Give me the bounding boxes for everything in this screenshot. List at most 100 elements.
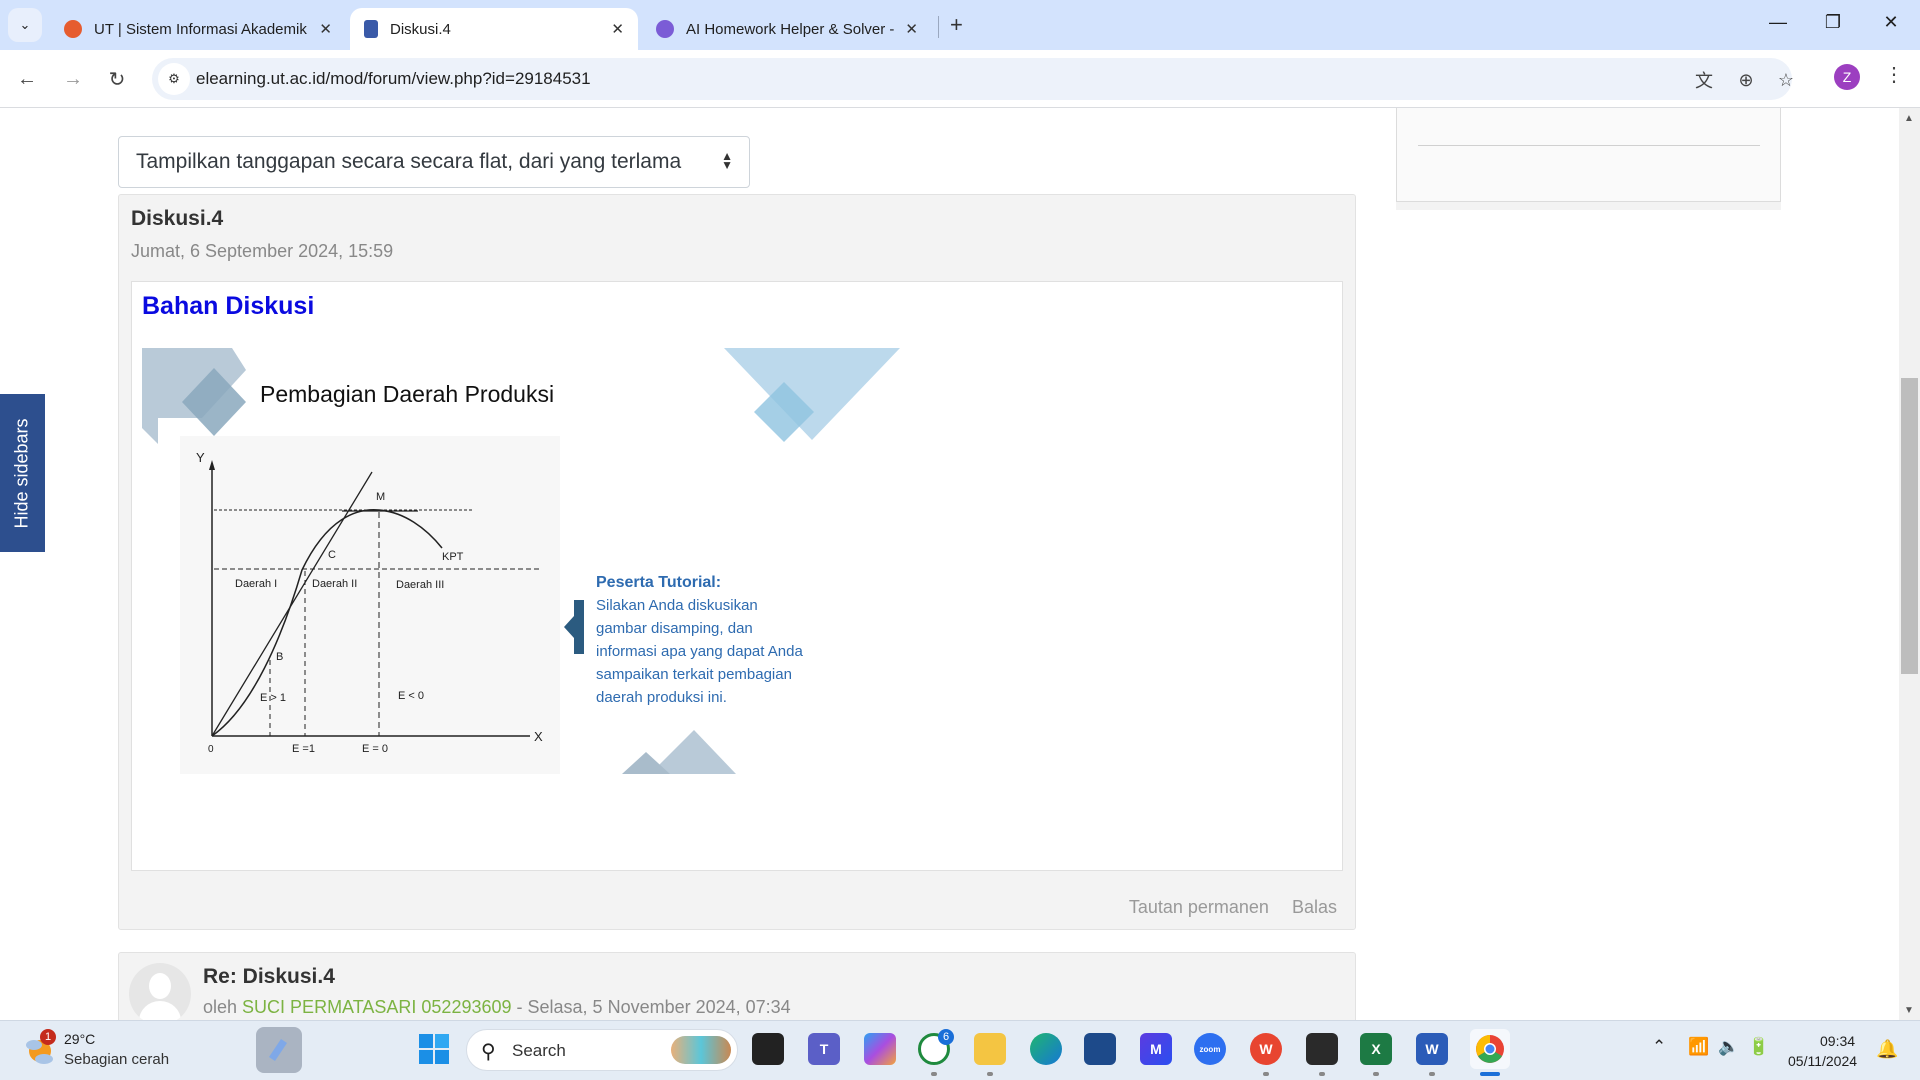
tab-diskusi-4[interactable]: Diskusi.4 ✕ — [350, 8, 638, 50]
tab-search-button[interactable]: ⌄ — [8, 8, 42, 42]
prompt-line: Silakan Anda diskusikan — [596, 597, 758, 614]
wifi-icon[interactable]: 📶 — [1688, 1037, 1709, 1057]
scroll-up-icon[interactable]: ▲ — [1904, 113, 1914, 124]
browser-toolbar: ← → ↻ ⚙ elearning.ut.ac.id/mod/forum/vie… — [0, 50, 1920, 108]
profile-avatar[interactable]: Z — [1834, 64, 1860, 90]
word-icon[interactable]: W — [1416, 1033, 1448, 1065]
copilot-icon[interactable] — [864, 1033, 896, 1065]
point-b-label: B — [276, 651, 283, 663]
prompt-line: informasi apa yang dapat Anda — [596, 643, 803, 660]
e-eq-0-label: E = 0 — [362, 743, 388, 755]
app-m-icon[interactable]: M — [1140, 1033, 1172, 1065]
forward-button[interactable]: → — [58, 64, 88, 94]
post-title: Diskusi.4 — [131, 207, 224, 230]
avatar-head-icon — [149, 973, 171, 999]
clock-time[interactable]: 09:34 — [1820, 1033, 1855, 1049]
battery-charging-icon[interactable]: 🔋 — [1748, 1037, 1769, 1057]
reply-meta: oleh SUCI PERMATASARI 052293609 - Selasa… — [203, 997, 791, 1018]
hide-sidebars-label: Hide sidebars — [12, 417, 32, 529]
tab-close-icon[interactable]: ✕ — [611, 20, 624, 38]
edge-icon[interactable] — [1030, 1033, 1062, 1065]
search-highlight-icon — [671, 1036, 731, 1064]
tab-sistem-informasi-akademik[interactable]: UT | Sistem Informasi Akademik ✕ — [50, 8, 346, 50]
tab-strip: ⌄ UT | Sistem Informasi Akademik ✕ Disku… — [0, 0, 1920, 50]
avatar-body-icon — [139, 1001, 181, 1020]
prompt-line: gambar disamping, dan — [596, 620, 753, 637]
site-settings-icon[interactable]: ⚙ — [158, 63, 190, 95]
bookmark-star-icon[interactable]: ☆ — [1774, 68, 1798, 92]
zoom-icon[interactable]: ⊕ — [1734, 68, 1758, 92]
discussion-post: Diskusi.4 Jumat, 6 September 2024, 15:59… — [118, 194, 1356, 930]
excel-icon[interactable]: X — [1360, 1033, 1392, 1065]
origin-label: 0 — [208, 744, 214, 755]
running-indicator — [1319, 1072, 1325, 1076]
slide-deco-triangle-right — [724, 348, 900, 440]
display-mode-select[interactable]: Tampilkan tanggapan secara secara flat, … — [118, 136, 750, 188]
e-gt-1-label: E > 1 — [260, 692, 286, 704]
permalink-link[interactable]: Tautan permanen — [1129, 897, 1269, 917]
x-axis-label: X — [534, 729, 543, 744]
clock-date[interactable]: 05/11/2024 — [1788, 1053, 1857, 1069]
myut-favicon-icon — [64, 20, 82, 38]
avatar[interactable] — [129, 963, 191, 1020]
reply-link[interactable]: Balas — [1292, 897, 1337, 917]
sidebar-divider — [1418, 145, 1760, 146]
volume-icon[interactable]: 🔈 — [1718, 1037, 1739, 1057]
teams-icon[interactable]: T — [808, 1033, 840, 1065]
scroll-thumb[interactable] — [1901, 378, 1918, 674]
chrome-icon[interactable] — [1470, 1029, 1510, 1069]
reload-button[interactable]: ↻ — [102, 64, 132, 94]
post-date: Jumat, 6 September 2024, 15:59 — [131, 241, 394, 261]
prompt-heading: Peserta Tutorial: — [596, 574, 721, 591]
tab-close-icon[interactable]: ✕ — [905, 20, 918, 38]
wps-office-icon[interactable]: W — [1250, 1033, 1282, 1065]
post-content: Bahan Diskusi Pembagian Daerah Produksi … — [131, 281, 1343, 871]
discussion-slide-image: Pembagian Daerah Produksi Y X 0 M C B KP… — [142, 348, 900, 774]
new-tab-button[interactable]: + — [950, 12, 963, 38]
url-text[interactable]: elearning.ut.ac.id/mod/forum/view.php?id… — [196, 69, 591, 89]
weather-desc[interactable]: Sebagian cerah — [64, 1051, 169, 1068]
tab-separator — [938, 16, 939, 38]
scroll-down-icon[interactable]: ▼ — [1904, 1005, 1914, 1016]
reply-separator: - — [511, 997, 528, 1017]
notification-bell-icon[interactable]: 🔔 — [1876, 1039, 1898, 1060]
hide-sidebars-button[interactable]: Hide sidebars — [0, 394, 45, 552]
zoom-icon[interactable]: zoom — [1194, 1033, 1226, 1065]
page-scrollbar[interactable]: ▲ ▼ — [1899, 108, 1920, 1020]
display-mode-value: Tampilkan tanggapan secara secara flat, … — [136, 150, 682, 173]
reply-post: Re: Diskusi.4 oleh SUCI PERMATASARI 0522… — [118, 952, 1356, 1020]
ai-homework-favicon-icon — [656, 20, 674, 38]
task-view-icon[interactable] — [752, 1033, 784, 1065]
widgets-app-icon[interactable] — [256, 1027, 302, 1073]
restore-button[interactable]: ❐ — [1818, 12, 1848, 33]
reply-date: Selasa, 5 November 2024, 07:34 — [527, 997, 791, 1017]
minimize-button[interactable]: — — [1763, 12, 1793, 33]
post-actions: Tautan permanen Balas — [1111, 897, 1337, 918]
back-button[interactable]: ← — [12, 64, 42, 94]
running-indicator — [1429, 1072, 1435, 1076]
translate-icon[interactable]: 文 — [1692, 68, 1716, 92]
show-hidden-icons-chevron-icon[interactable]: ⌃ — [1652, 1037, 1666, 1057]
page-viewport: Hide sidebars Tampilkan tanggapan secara… — [0, 108, 1920, 1020]
slide-title: Pembagian Daerah Produksi — [260, 381, 554, 407]
reply-author-link[interactable]: SUCI PERMATASARI 052293609 — [242, 997, 511, 1017]
chevron-down-icon: ⌄ — [19, 17, 31, 32]
y-axis-label: Y — [196, 450, 205, 465]
address-bar[interactable]: ⚙ elearning.ut.ac.id/mod/forum/view.php?… — [152, 58, 1794, 100]
region-2-label: Daerah II — [312, 578, 357, 590]
windows-start-icon[interactable] — [418, 1033, 450, 1065]
taskbar-search-box[interactable]: ⚲ Search — [466, 1029, 738, 1071]
weather-temp[interactable]: 29°C — [64, 1031, 95, 1047]
content-heading: Bahan Diskusi — [142, 292, 315, 320]
tab-title: AI Homework Helper & Solver - — [686, 20, 895, 38]
sticky-notes-icon[interactable] — [1306, 1033, 1338, 1065]
running-indicator — [1263, 1072, 1269, 1076]
tab-ai-homework-helper[interactable]: AI Homework Helper & Solver - ✕ — [642, 8, 932, 50]
microsoft-store-icon[interactable] — [1084, 1033, 1116, 1065]
close-window-button[interactable]: ✕ — [1876, 12, 1906, 33]
browser-menu-icon[interactable]: ⋮ — [1884, 62, 1904, 87]
right-sidebar-block — [1396, 108, 1781, 202]
region-3-label: Daerah III — [396, 579, 444, 591]
tab-close-icon[interactable]: ✕ — [319, 20, 332, 38]
file-explorer-icon[interactable] — [974, 1033, 1006, 1065]
